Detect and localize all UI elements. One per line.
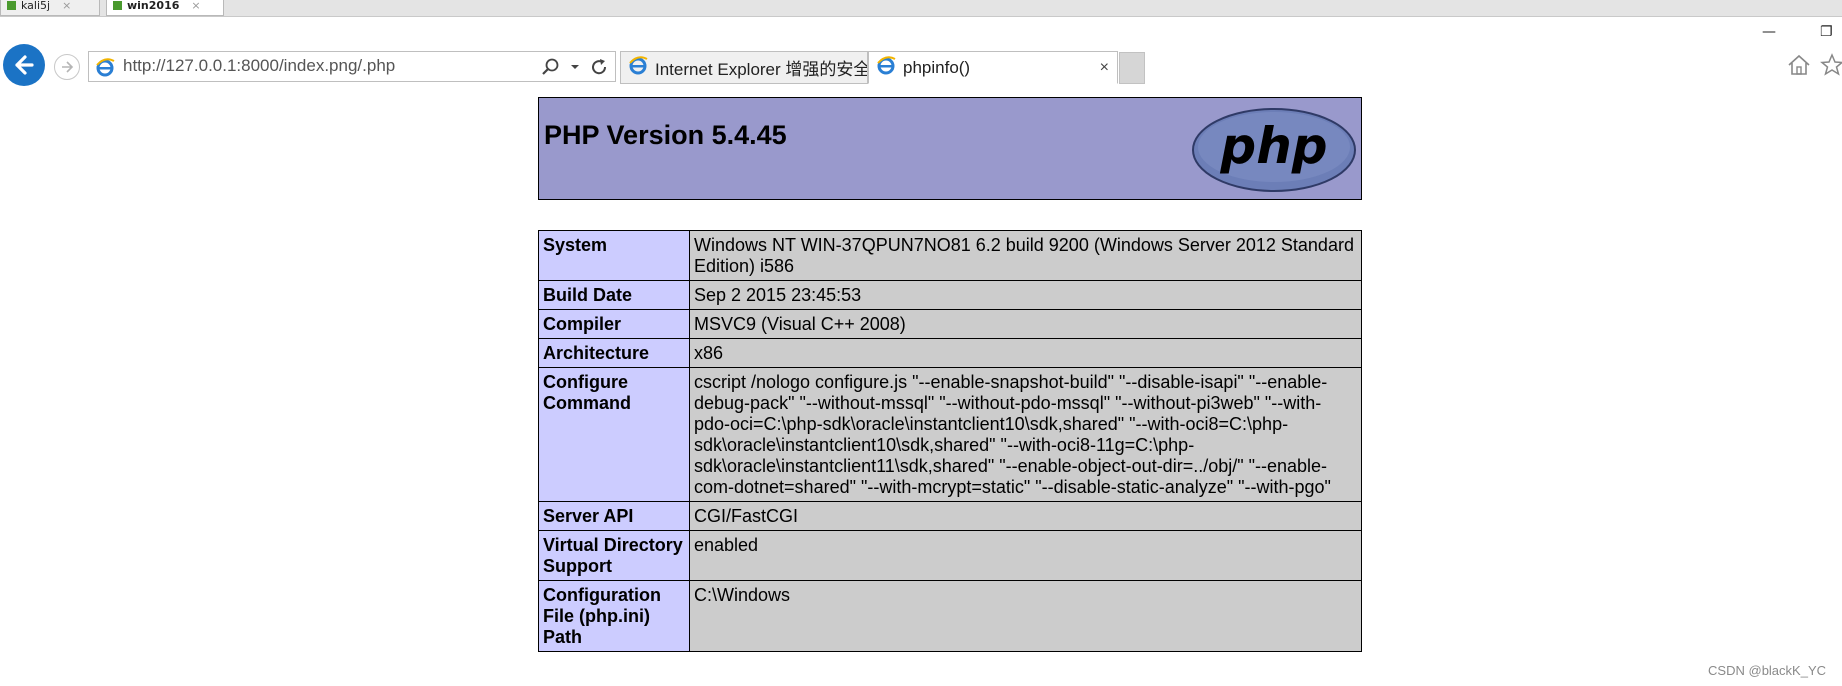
close-tab-icon[interactable]: × <box>1100 59 1109 77</box>
php-logo: php <box>1192 108 1356 192</box>
php-info-table: System Windows NT WIN-37QPUN7NO81 6.2 bu… <box>538 230 1362 652</box>
ie-icon <box>94 56 116 82</box>
row-key: Server API <box>538 501 690 531</box>
svg-text:php: php <box>1219 117 1327 175</box>
row-key: Virtual Directory Support <box>538 530 690 581</box>
restore-button[interactable]: ❐ <box>1820 24 1833 40</box>
table-row: Build Date Sep 2 2015 23:45:53 <box>538 280 1362 310</box>
vm-tab-label: kali5j <box>21 0 51 12</box>
minimize-button[interactable]: — <box>1762 24 1776 40</box>
row-value: C:\Windows <box>689 580 1362 652</box>
row-value: x86 <box>689 338 1362 368</box>
table-row: Architecture x86 <box>538 338 1362 368</box>
url-input[interactable] <box>123 55 523 77</box>
vm-tab-win2016[interactable]: win2016 × <box>106 0 224 16</box>
row-value: Windows NT WIN-37QPUN7NO81 6.2 build 920… <box>689 230 1362 281</box>
ie-icon <box>627 54 649 81</box>
row-value: CGI/FastCGI <box>689 501 1362 531</box>
tab-ie-enhanced-security[interactable]: Internet Explorer 增强的安全... <box>620 51 868 84</box>
table-row: Configuration File (php.ini) Path C:\Win… <box>538 580 1362 652</box>
tab-phpinfo[interactable]: phpinfo() × <box>868 51 1118 84</box>
back-button[interactable] <box>3 44 45 86</box>
php-version-header: PHP Version 5.4.45 php <box>538 97 1362 200</box>
ie-icon <box>875 54 897 81</box>
search-icon[interactable] <box>541 56 561 78</box>
table-row: Virtual Directory Support enabled <box>538 530 1362 581</box>
row-key: Configure Command <box>538 367 690 502</box>
vm-icon <box>113 1 122 10</box>
tab-label: Internet Explorer 增强的安全... <box>655 60 868 79</box>
close-icon[interactable]: × <box>62 0 71 12</box>
row-key: Configuration File (php.ini) Path <box>538 580 690 652</box>
row-key: Compiler <box>538 309 690 339</box>
table-row: System Windows NT WIN-37QPUN7NO81 6.2 bu… <box>538 230 1362 281</box>
page-title: PHP Version 5.4.45 <box>544 120 787 150</box>
row-value: MSVC9 (Visual C++ 2008) <box>689 309 1362 339</box>
vm-tab-kali[interactable]: kali5j × <box>0 0 100 16</box>
star-icon[interactable] <box>1820 52 1842 82</box>
row-value: Sep 2 2015 23:45:53 <box>689 280 1362 310</box>
table-row: Server API CGI/FastCGI <box>538 501 1362 531</box>
watermark: CSDN @blackK_YC <box>1708 663 1826 678</box>
row-value: cscript /nologo configure.js "--enable-s… <box>689 367 1362 502</box>
tab-label: phpinfo() <box>903 57 971 77</box>
refresh-icon[interactable] <box>589 56 609 78</box>
vm-tab-label: win2016 <box>127 0 180 12</box>
table-row: Configure Command cscript /nologo config… <box>538 367 1362 502</box>
arrow-right-icon <box>62 61 74 73</box>
close-icon[interactable]: × <box>191 0 200 12</box>
vm-icon <box>7 1 16 10</box>
row-key: Architecture <box>538 338 690 368</box>
row-key: System <box>538 230 690 281</box>
arrow-left-icon <box>15 55 34 75</box>
row-value: enabled <box>689 530 1362 581</box>
row-key: Build Date <box>538 280 690 310</box>
home-icon[interactable] <box>1786 52 1812 82</box>
new-tab-button[interactable] <box>1119 52 1145 84</box>
chevron-down-icon[interactable] <box>569 56 581 78</box>
vm-tab-strip: kali5j × win2016 × <box>0 0 1842 17</box>
table-row: Compiler MSVC9 (Visual C++ 2008) <box>538 309 1362 339</box>
address-bar[interactable] <box>88 51 616 82</box>
forward-button[interactable] <box>54 54 80 80</box>
